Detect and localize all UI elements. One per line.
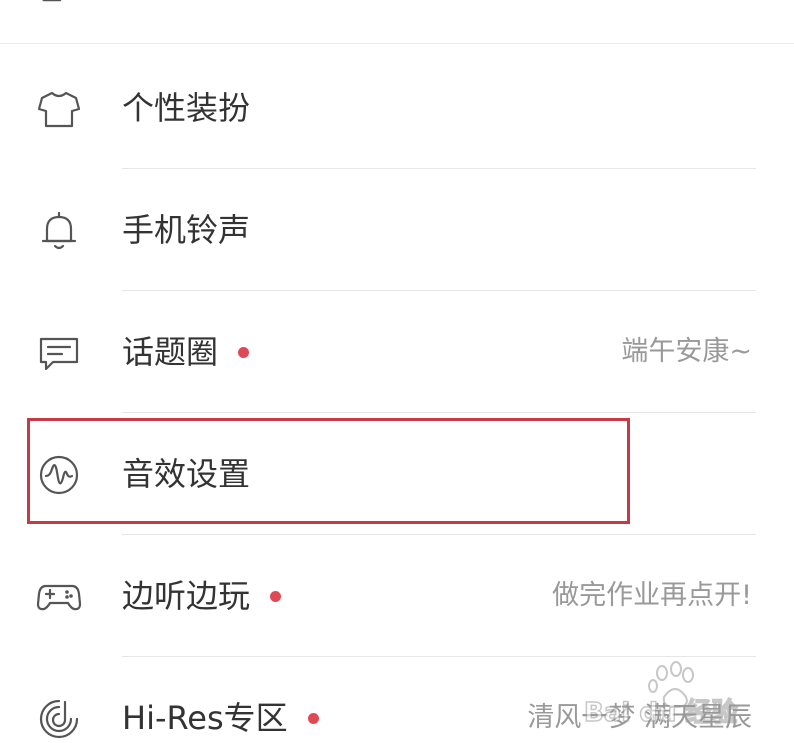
notification-dot	[307, 712, 319, 724]
tshirt-icon	[36, 86, 82, 132]
bell-icon	[36, 208, 82, 254]
menu-item-topics[interactable]: 话题圈 端午安康~	[0, 291, 794, 413]
menu-item-sound-effects[interactable]: 音效设置	[0, 413, 794, 535]
back-arrow-icon[interactable]	[30, 0, 64, 4]
menu-item-label: 边听边玩	[122, 577, 251, 615]
notification-dot	[270, 590, 282, 602]
hi-res-icon	[36, 696, 82, 742]
menu-list: 个性装扮 手机铃声 话题圈 端午安康~ 音效设置 边听边玩 做完作业再点开! H…	[0, 47, 794, 743]
notification-dot	[238, 346, 250, 358]
menu-item-label: Hi-Res专区	[122, 699, 288, 737]
chat-icon	[36, 330, 82, 376]
menu-item-label: 手机铃声	[122, 211, 251, 249]
menu-item-hi-res[interactable]: Hi-Res专区 清风一梦 满天星辰	[0, 657, 794, 743]
gamepad-icon	[36, 574, 82, 620]
menu-item-value: 清风一梦 满天星辰	[527, 702, 752, 733]
header-divider	[0, 43, 794, 44]
waveform-icon	[36, 452, 82, 498]
menu-item-play-while-listening[interactable]: 边听边玩 做完作业再点开!	[0, 535, 794, 657]
menu-item-ringtone[interactable]: 手机铃声	[0, 169, 794, 291]
menu-item-label: 个性装扮	[122, 89, 251, 127]
menu-item-value: 端午安康~	[621, 336, 752, 367]
settings-page: 个性装扮 手机铃声 话题圈 端午安康~ 音效设置 边听边玩 做完作业再点开! H…	[0, 0, 794, 743]
menu-item-value: 做完作业再点开!	[552, 580, 752, 611]
menu-item-personalize[interactable]: 个性装扮	[0, 47, 794, 169]
menu-item-label: 话题圈	[122, 333, 219, 371]
menu-item-label: 音效设置	[122, 455, 251, 493]
